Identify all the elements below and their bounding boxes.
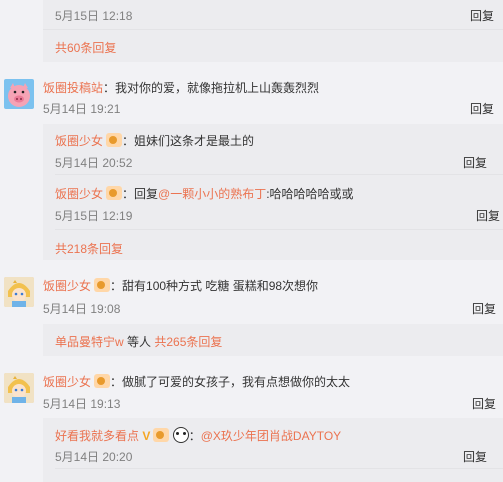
user-name[interactable]: 饭圈投稿站: [43, 81, 103, 95]
mention-link[interactable]: @一颗小小的熟布丁: [158, 187, 266, 201]
mention-link[interactable]: @X玖少年团肖战DAYTOY: [201, 429, 341, 443]
divider: [43, 29, 503, 30]
summary-text: 等人: [123, 335, 155, 349]
divider: [55, 174, 503, 175]
fan-badge-icon: [94, 278, 111, 292]
more-replies-link[interactable]: 共218条回复: [55, 240, 123, 257]
user-name[interactable]: 好看我就多看点: [55, 429, 139, 443]
sub-reply-body: 好看我就多看点 V ：@X玖少年团肖战DAYTOY: [55, 427, 341, 444]
reply-text: ：姐妹们这条才是最土的: [122, 134, 255, 148]
reply-button[interactable]: 回复: [472, 300, 496, 317]
v-emoji-icon: V: [142, 429, 151, 443]
sub-reply-body: 饭圈少女 ：姐妹们这条才是最土的: [55, 132, 254, 149]
fan-badge-icon: [94, 374, 111, 388]
sub-reply-body: 饭圈少女 ：回复@一颗小小的熟布丁:哈哈哈哈哈或或: [55, 185, 354, 202]
comment-text: ：甜有100种方式 吃糖 蛋糕和98次想你: [110, 279, 319, 293]
reply-button[interactable]: 回复: [463, 154, 487, 171]
fan-badge-icon: [153, 428, 170, 442]
avatar[interactable]: [4, 373, 34, 403]
reply-text: ：: [188, 429, 201, 443]
user-name[interactable]: 饭圈少女: [55, 187, 103, 201]
reply-button[interactable]: 回复: [476, 207, 500, 224]
reply-text: ：回复: [122, 187, 159, 201]
comment-panel: 5月15日 12:18 回复 共60条回复 饭圈投稿站：我对你的爱，就像拖拉机上…: [0, 0, 503, 482]
more-replies-link[interactable]: 共265条回复: [154, 335, 222, 349]
reply-time: 5月14日 20:20: [55, 450, 133, 464]
comment-time: 5月15日 12:18: [55, 9, 133, 23]
reply-button[interactable]: 回复: [470, 7, 494, 24]
comment-time: 5月14日 19:08: [43, 302, 121, 316]
fan-badge-icon: [106, 133, 123, 147]
user-name[interactable]: 饭圈少女: [43, 279, 91, 293]
reply-button[interactable]: 回复: [472, 395, 496, 412]
reply-summary: 单品曼特宁w 等人 共265条回复: [55, 333, 222, 350]
reply-time: 5月15日 12:19: [55, 209, 133, 223]
comment-body: 饭圈少女 ：甜有100种方式 吃糖 蛋糕和98次想你: [43, 277, 318, 294]
comment-text: ：我对你的爱，就像拖拉机上山轰轰烈烈: [103, 81, 320, 95]
panda-emoji-icon: [172, 427, 189, 443]
comment-body: 饭圈少女 ：做腻了可爱的女孩子，我有点想做你的太太: [43, 373, 350, 390]
comment-body: 饭圈投稿站：我对你的爱，就像拖拉机上山轰轰烈烈: [43, 79, 319, 96]
user-name[interactable]: 饭圈少女: [55, 134, 103, 148]
user-name[interactable]: 单品曼特宁w: [55, 335, 124, 349]
avatar[interactable]: [4, 79, 34, 109]
comment-time: 5月14日 19:21: [43, 102, 121, 116]
more-replies-link[interactable]: 共60条回复: [55, 39, 116, 56]
comment-time: 5月14日 19:13: [43, 397, 121, 411]
reply-time: 5月14日 20:52: [55, 156, 133, 170]
reply-text: :哈哈哈哈哈或或: [266, 187, 354, 201]
comment-text: ：做腻了可爱的女孩子，我有点想做你的太太: [110, 375, 351, 389]
divider: [55, 468, 503, 469]
reply-button[interactable]: 回复: [463, 448, 487, 465]
fan-badge-icon: [106, 186, 123, 200]
divider: [55, 229, 503, 230]
user-name[interactable]: 饭圈少女: [43, 375, 91, 389]
reply-button[interactable]: 回复: [470, 100, 494, 117]
avatar[interactable]: [4, 277, 34, 307]
